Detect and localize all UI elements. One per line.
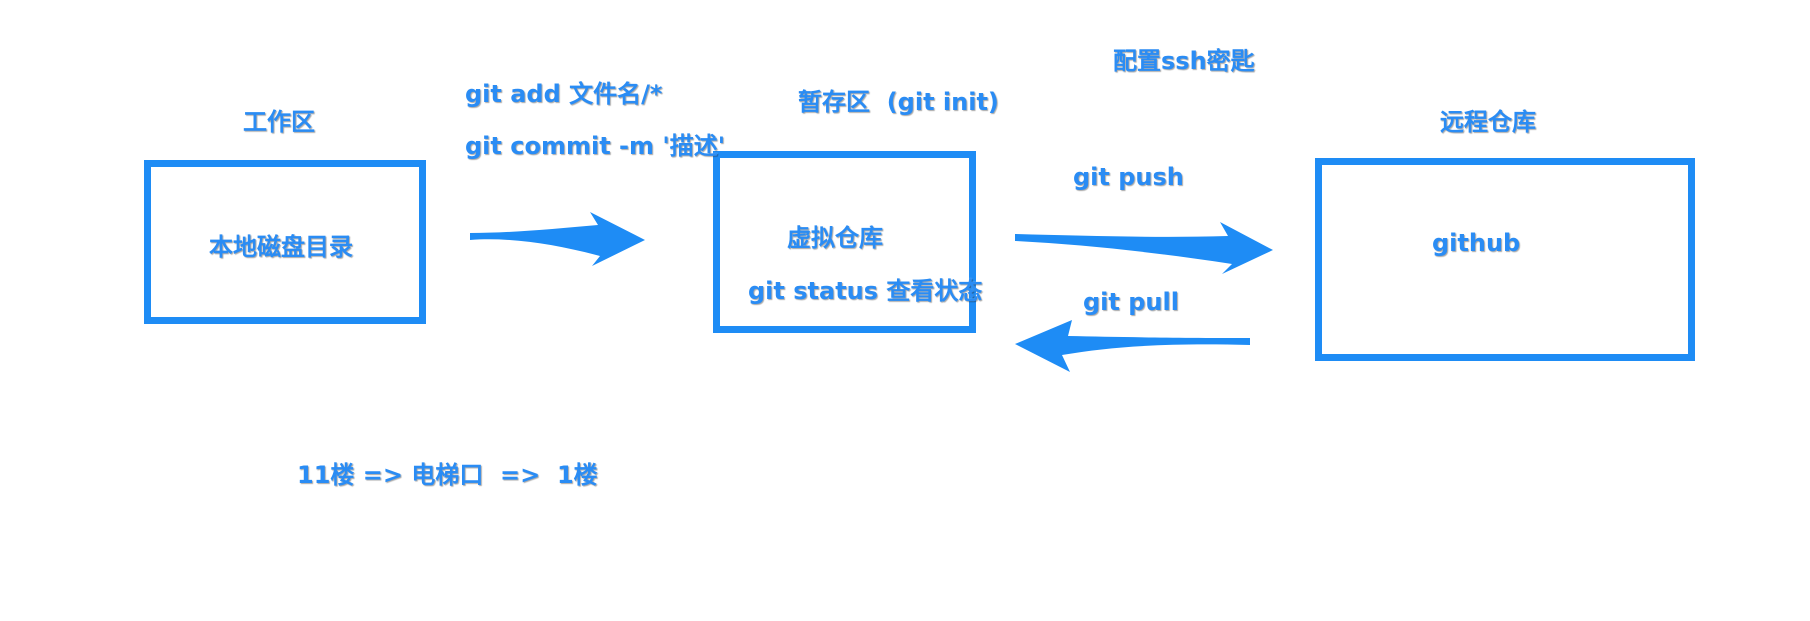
workspace-box-label: 本地磁盘目录 <box>209 233 353 261</box>
git-commit-command: git commit -m '描述' <box>465 132 726 160</box>
staging-box-label: 虚拟仓库 <box>787 224 883 252</box>
remote-box <box>1315 158 1695 361</box>
git-pull-label: git pull <box>1083 288 1179 316</box>
remote-box-label: github <box>1432 229 1521 257</box>
arrow-add-commit <box>470 212 645 266</box>
git-add-command: git add 文件名/* <box>465 80 663 108</box>
ssh-key-label: 配置ssh密匙 <box>1113 47 1255 75</box>
git-push-label: git push <box>1073 163 1184 191</box>
staging-title: 暂存区 (git init) <box>798 88 999 116</box>
analogy-text: 11楼 => 电梯口 => 1楼 <box>297 461 598 489</box>
git-workflow-diagram: 工作区 本地磁盘目录 git add 文件名/* git commit -m '… <box>0 0 1810 621</box>
remote-title: 远程仓库 <box>1440 108 1536 136</box>
workspace-title: 工作区 <box>243 108 315 136</box>
arrow-pull <box>1015 320 1250 372</box>
git-status-command: git status 查看状态 <box>748 277 983 305</box>
arrow-push <box>1015 222 1273 274</box>
